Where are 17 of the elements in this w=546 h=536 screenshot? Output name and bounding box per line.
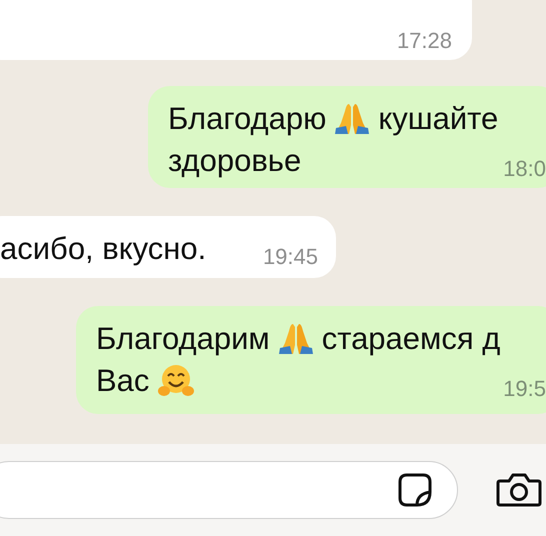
message-text: здоровье (168, 142, 302, 180)
praying-hands-icon (278, 323, 313, 355)
message-text: Вас (96, 362, 150, 400)
message-input-field[interactable] (0, 461, 458, 519)
message-text: Благодарю (168, 100, 326, 138)
hugging-smiley-icon (158, 364, 194, 398)
message-time: 19:45 (262, 244, 318, 270)
message-text: стараемся д (322, 320, 500, 358)
message-text: Благодарим (96, 320, 270, 358)
camera-icon[interactable] (496, 473, 542, 507)
sticker-icon[interactable] (397, 472, 433, 508)
message-time: 18:0 (503, 156, 546, 182)
praying-hands-icon (335, 103, 370, 135)
message-text: асибо, вкусно. (0, 230, 206, 268)
message-time: 17:28 (396, 28, 452, 54)
message-text: кушайте (378, 100, 498, 138)
message-time: 19:5 (503, 376, 546, 402)
